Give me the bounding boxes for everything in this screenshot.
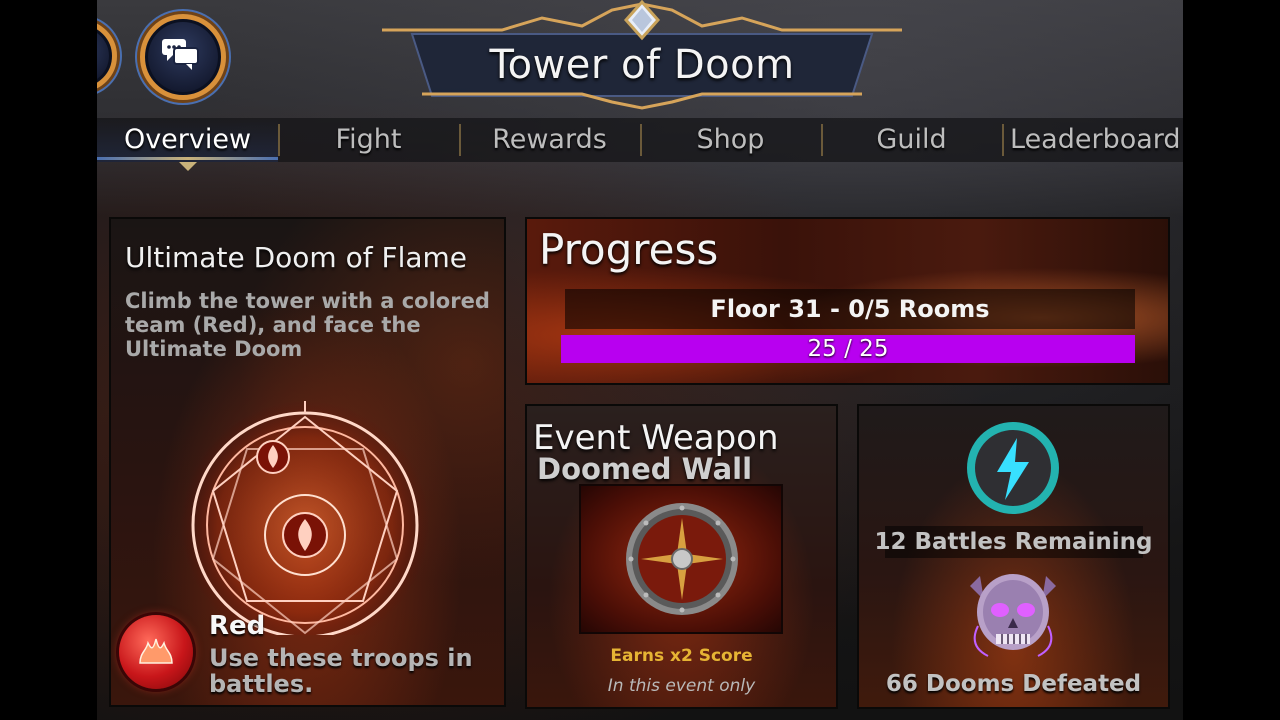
tab-overview[interactable]: Overview (97, 118, 278, 171)
battle-stats-panel: 12 Battles Remaining 66 Dooms Defeated (857, 404, 1170, 709)
floor-band: Floor 31 - 0/5 Rooms (565, 289, 1135, 329)
tab-rewards[interactable]: Rewards (459, 118, 640, 162)
tab-label: Fight (335, 124, 402, 155)
event-weapon-panel[interactable]: Event Weapon Doomed Wall Earns x2 Score … (525, 404, 838, 709)
tab-label: Shop (696, 124, 765, 155)
game-screen: Tower of Doom Overview Fight Rewards Sho… (97, 0, 1183, 720)
tab-guild[interactable]: Guild (821, 118, 1002, 162)
active-tab-indicator (179, 162, 197, 171)
floor-label: Floor 31 - 0/5 Rooms (710, 295, 990, 323)
doom-skull-icon (970, 574, 1056, 657)
tab-label: Overview (123, 124, 252, 155)
team-color-hint: Use these troops in battles. (209, 644, 473, 698)
chat-button[interactable] (140, 14, 226, 100)
page-title: Tower of Doom (489, 42, 795, 88)
weapon-name: Doomed Wall (537, 452, 753, 486)
event-title: Ultimate Doom of Flame (125, 241, 468, 274)
tab-leaderboard[interactable]: Leaderboard (1002, 118, 1183, 162)
event-description: Climb the tower with a colored team (Red… (125, 289, 490, 361)
progress-bar-label: 25 / 25 (807, 336, 889, 362)
tab-shop[interactable]: Shop (640, 118, 821, 162)
shield-icon (626, 503, 738, 615)
flame-sigil-icon (180, 400, 430, 635)
progress-title: Progress (539, 225, 719, 274)
event-overview-panel: Ultimate Doom of Flame Climb the tower w… (109, 217, 506, 707)
title-banner: Tower of Doom (382, 0, 902, 110)
tab-bar: Overview Fight Rewards Shop Guild Leader… (97, 118, 1183, 171)
tab-label: Leaderboard (1010, 124, 1181, 155)
chat-icon (162, 39, 199, 70)
battles-remaining: 12 Battles Remaining (874, 529, 1153, 555)
red-color-icon (119, 615, 193, 689)
progress-bar: 25 / 25 (561, 335, 1135, 363)
team-color-name: Red (209, 611, 266, 641)
energy-icon (967, 422, 1059, 514)
partial-round-button[interactable] (97, 20, 117, 92)
dooms-defeated: 66 Dooms Defeated (885, 671, 1142, 697)
weapon-bonus: Earns x2 Score (610, 646, 753, 666)
progress-panel: Progress Floor 31 - 0/5 Rooms 25 / 25 (525, 217, 1170, 385)
tab-fight[interactable]: Fight (278, 118, 459, 162)
weapon-note: In this event only (607, 676, 756, 696)
tab-label: Rewards (492, 124, 607, 155)
weapon-image[interactable] (581, 486, 781, 632)
tab-label: Guild (876, 124, 947, 155)
